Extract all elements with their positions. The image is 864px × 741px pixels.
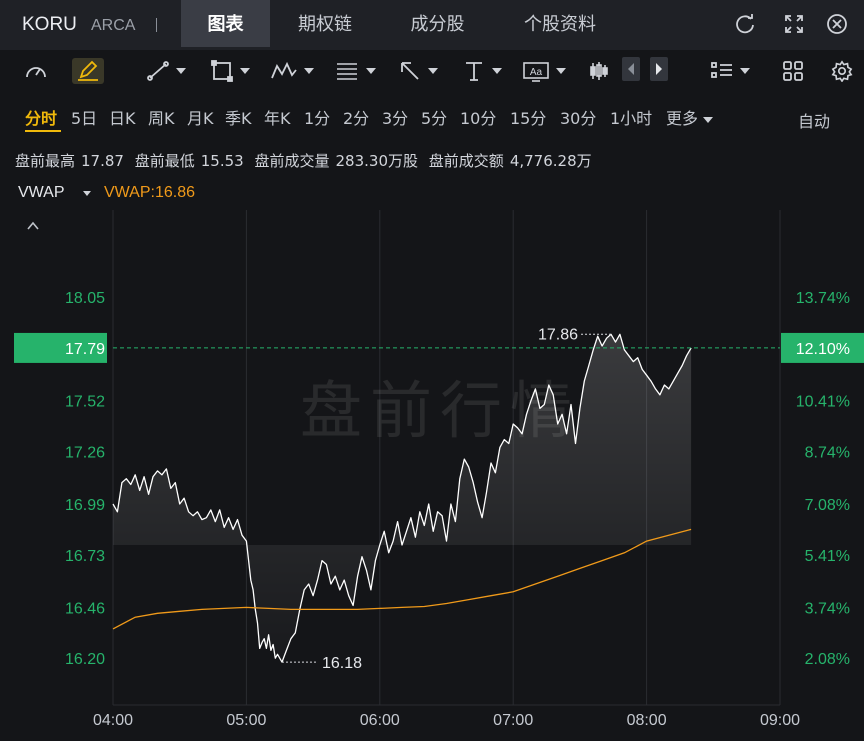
- min-label: 16.18: [322, 655, 362, 672]
- top-bar: KORU ARCA 图表 期权链 成分股 个股资料: [0, 0, 864, 50]
- y-tick-label: 18.05: [65, 290, 105, 307]
- period-more[interactable]: 更多: [666, 105, 714, 129]
- pencil-icon[interactable]: [72, 58, 104, 84]
- y-pct-tick-label: 13.74%: [796, 290, 850, 307]
- tab-chart[interactable]: 图表: [181, 0, 270, 47]
- period-tab[interactable]: 3分: [382, 105, 408, 129]
- x-tick-label: 05:00: [226, 712, 266, 729]
- period-tab[interactable]: 季K: [225, 105, 252, 129]
- ticker-symbol: KORU: [22, 14, 77, 35]
- indicator-row[interactable]: VWAP VWAP:16.86: [18, 184, 195, 202]
- y-tick-label: 17.26: [65, 444, 105, 461]
- summary-amt-label: 盘前成交额: [428, 152, 504, 170]
- indicator-name: VWAP: [18, 184, 65, 201]
- divider: [156, 18, 157, 32]
- y-tick-label: 16.73: [65, 548, 105, 565]
- period-tab[interactable]: 日K: [109, 105, 136, 129]
- exchange-label: ARCA: [91, 17, 136, 34]
- period-tab[interactable]: 2分: [343, 105, 369, 129]
- y-pct-tick-label: 10.41%: [796, 394, 850, 411]
- tab-profile[interactable]: 个股资料: [505, 0, 615, 47]
- period-tab[interactable]: 1分: [304, 105, 330, 129]
- x-tick-label: 09:00: [760, 712, 800, 729]
- period-tabs: 分时 5日 日K 周K 月K 季K 年K 1分 2分 3分 5分 10分 15分…: [0, 100, 864, 132]
- price-chart[interactable]: 盘前行情 04:00 05:00 06:00 07:00 08:00 09:0018.05…: [0, 210, 864, 741]
- x-tick-label: 06:00: [360, 712, 400, 729]
- refresh-icon[interactable]: [734, 13, 756, 35]
- gauge-icon[interactable]: [24, 58, 48, 84]
- active-period-indicator: [25, 130, 61, 132]
- prev-button[interactable]: [622, 57, 640, 81]
- y-pct-tick-label: 7.08%: [805, 497, 850, 514]
- y-tick-label: 17.52: [65, 394, 105, 411]
- arrow-tool-icon[interactable]: [398, 58, 438, 84]
- chevron-down-icon: [83, 191, 91, 196]
- y-pct-tick-label: 8.74%: [805, 444, 850, 461]
- current-price-value: 17.79: [65, 341, 105, 358]
- period-tab[interactable]: 周K: [148, 105, 175, 129]
- period-tab[interactable]: 30分: [560, 105, 596, 129]
- next-icon: [656, 63, 662, 75]
- line-tool-icon[interactable]: [146, 58, 186, 84]
- y-pct-tick-label: 2.08%: [805, 651, 850, 668]
- auto-scale-toggle[interactable]: 自动: [798, 108, 830, 132]
- period-tab[interactable]: 10分: [460, 105, 496, 129]
- period-tab[interactable]: 月K: [187, 105, 214, 129]
- vertical-line-tool-icon[interactable]: [462, 58, 502, 84]
- collapse-chevron-icon[interactable]: [27, 221, 39, 230]
- prev-icon: [628, 63, 634, 75]
- x-tick-label: 07:00: [493, 712, 533, 729]
- period-tab[interactable]: 分时: [25, 105, 57, 129]
- x-tick-label: 04:00: [93, 712, 133, 729]
- summary-high-label: 盘前最高: [15, 152, 76, 170]
- y-pct-tick-label: 5.41%: [805, 548, 850, 565]
- summary-low: 15.53: [200, 152, 244, 170]
- fibonacci-tool-icon[interactable]: [334, 58, 376, 84]
- y-tick-label: 16.20: [65, 651, 105, 668]
- close-icon[interactable]: [826, 13, 848, 35]
- tab-constituents[interactable]: 成分股: [390, 0, 485, 47]
- summary-vol-label: 盘前成交量: [254, 152, 330, 170]
- period-tab[interactable]: 年K: [264, 105, 291, 129]
- x-tick-label: 08:00: [627, 712, 667, 729]
- candlestick-icon[interactable]: [588, 58, 610, 84]
- summary-low-label: 盘前最低: [134, 152, 195, 170]
- y-tick-label: 16.46: [65, 600, 105, 617]
- pattern-tool-icon[interactable]: [270, 58, 314, 84]
- premarket-summary: 盘前最高 17.87 盘前最低 15.53 盘前成交量 283.30万股 盘前成交额 4…: [15, 150, 598, 171]
- list-icon[interactable]: [710, 58, 750, 84]
- rectangle-tool-icon[interactable]: [210, 58, 250, 84]
- max-label: 17.86: [538, 326, 578, 343]
- y-pct-tick-label: 3.74%: [805, 600, 850, 617]
- summary-high: 17.87: [81, 152, 124, 170]
- period-tab[interactable]: 5分: [421, 105, 447, 129]
- grid-icon[interactable]: [782, 58, 804, 84]
- expand-icon[interactable]: [783, 13, 805, 35]
- period-more-label: 更多: [666, 109, 699, 128]
- svg-text:Aa: Aa: [530, 67, 543, 78]
- period-tab[interactable]: 15分: [510, 105, 546, 129]
- y-tick-label: 16.99: [65, 497, 105, 514]
- text-tool-icon[interactable]: Aa: [522, 58, 566, 84]
- summary-vol: 283.30万股: [335, 152, 419, 170]
- next-button[interactable]: [650, 57, 668, 81]
- tab-option-chain[interactable]: 期权链: [280, 0, 370, 47]
- summary-amt: 4,776.28万: [509, 152, 592, 170]
- period-tab[interactable]: 5日: [71, 105, 97, 129]
- period-tab[interactable]: 1小时: [610, 105, 652, 129]
- indicator-value: VWAP:16.86: [104, 184, 196, 201]
- chevron-down-icon: [703, 116, 714, 123]
- current-pct-value: 12.10%: [796, 341, 850, 358]
- settings-icon[interactable]: [830, 58, 854, 84]
